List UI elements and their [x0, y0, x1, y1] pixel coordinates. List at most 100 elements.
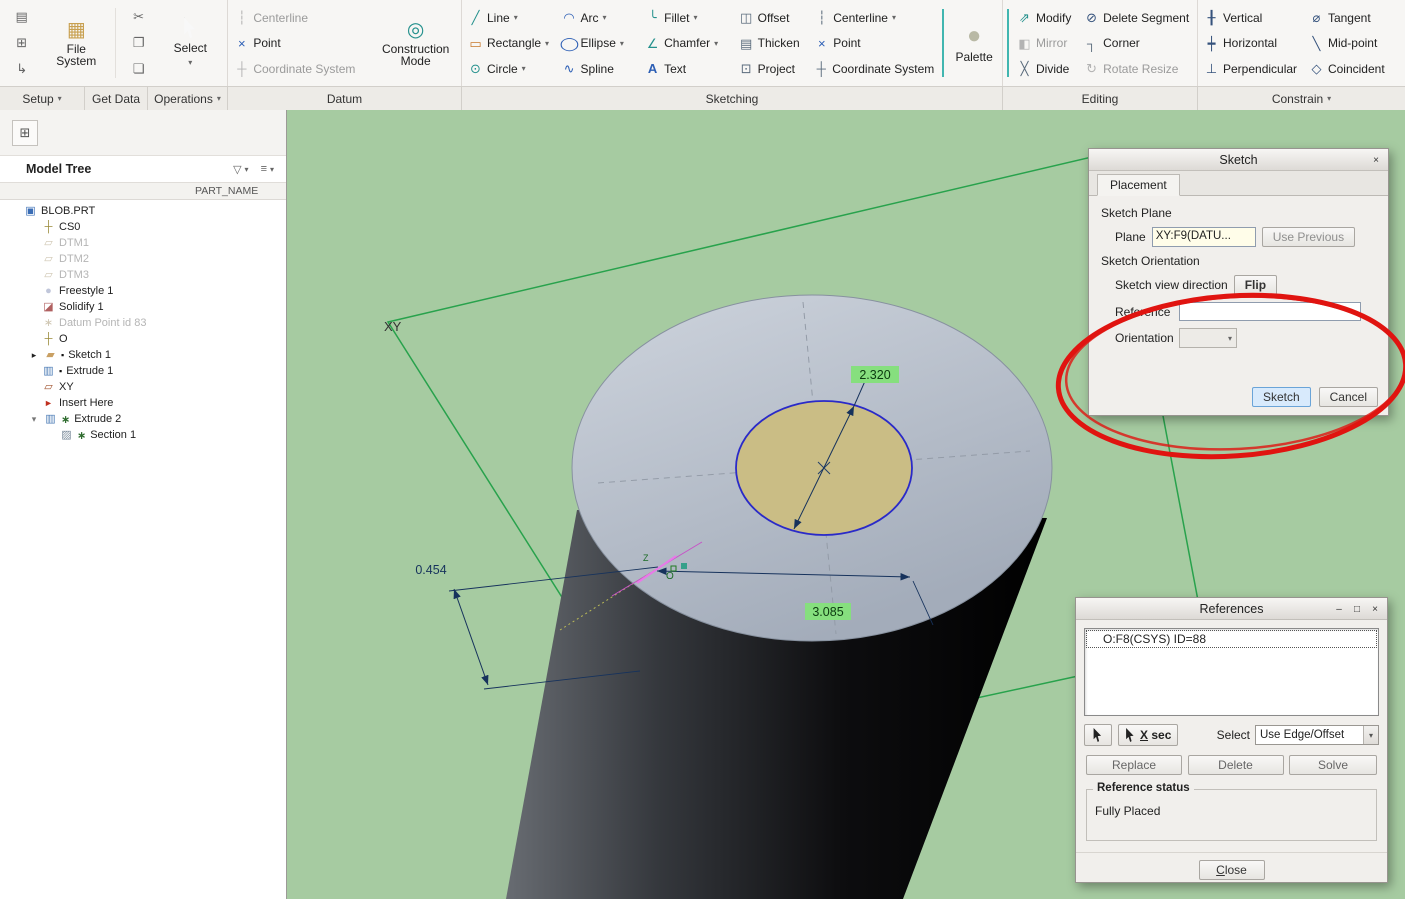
- sketch-coordinate-system-button[interactable]: ┼ Coordinate System: [810, 56, 938, 81]
- clipboard-icon[interactable]: ▤: [9, 5, 35, 29]
- delete-segment-button[interactable]: ⊘ Delete Segment: [1080, 5, 1195, 30]
- tree-item-sketch-1[interactable]: ▸ ▰ ▪ Sketch 1: [0, 347, 286, 363]
- tangent-constraint-button[interactable]: ⌀ Tangent: [1305, 5, 1403, 30]
- vertical-constraint-button[interactable]: ╂ Vertical: [1200, 5, 1303, 30]
- copy-icon[interactable]: ❐: [126, 31, 152, 55]
- expand-closed-icon[interactable]: ▸: [28, 350, 40, 361]
- sketch-centerline-button[interactable]: ┆ Centerline ▾: [810, 5, 938, 30]
- caret-down-icon: ▾: [269, 164, 274, 174]
- close-button[interactable]: Close: [1198, 860, 1265, 880]
- cancel-button[interactable]: Cancel: [1318, 387, 1378, 407]
- datum-plane-icon: ▱: [44, 252, 53, 265]
- tab-setup[interactable]: Setup ▾: [0, 87, 85, 110]
- corner-button[interactable]: ┐ Corner: [1080, 31, 1195, 56]
- perpendicular-constraint-button[interactable]: ⊥ Perpendicular: [1200, 56, 1303, 81]
- circle-button[interactable]: ⊙ Circle ▾: [464, 56, 556, 81]
- paste-icon[interactable]: ❏: [126, 57, 152, 81]
- thicken-icon: ▤: [739, 35, 753, 51]
- rotate-resize-button[interactable]: ↻ Rotate Resize: [1080, 56, 1195, 81]
- maximize-icon[interactable]: □: [1349, 601, 1365, 617]
- tab-operations[interactable]: Operations ▾: [148, 87, 228, 110]
- datum-coordinate-system-button[interactable]: ┼ Coordinate System: [230, 56, 370, 81]
- rectangle-icon: ▭: [469, 35, 482, 51]
- mirror-button[interactable]: ◧ Mirror: [1013, 31, 1078, 56]
- tree-item-dtm1[interactable]: ▱ DTM1: [0, 235, 286, 251]
- tree-item-cs0[interactable]: ┼ CS0: [0, 219, 286, 235]
- expand-open-icon[interactable]: ▾: [28, 414, 40, 425]
- tree-settings-button[interactable]: ≡ ▾: [261, 163, 274, 175]
- flip-button[interactable]: Flip: [1233, 275, 1278, 295]
- xsec-button[interactable]: X sec: [1118, 724, 1179, 746]
- references-dialog-titlebar[interactable]: References – □ ×: [1076, 598, 1387, 620]
- divide-button[interactable]: ╳ Divide: [1013, 56, 1078, 81]
- sketch-button[interactable]: Sketch: [1251, 387, 1311, 407]
- model-tree-tab-icon[interactable]: ⊞: [12, 119, 38, 146]
- tree-item-dtm3[interactable]: ▱ DTM3: [0, 267, 286, 283]
- export-icon[interactable]: ↳: [9, 57, 35, 81]
- solve-button[interactable]: Solve: [1289, 755, 1377, 775]
- delete-button[interactable]: Delete: [1187, 755, 1284, 775]
- minimize-icon[interactable]: –: [1331, 601, 1347, 617]
- dimension-value[interactable]: 2.320: [859, 368, 890, 382]
- tree-item-insert-here[interactable]: ► Insert Here: [0, 395, 286, 411]
- text-button[interactable]: A Text: [641, 56, 733, 81]
- rectangle-button[interactable]: ▭ Rectangle ▾: [464, 31, 556, 56]
- dimension-value[interactable]: 0.454: [415, 563, 446, 577]
- palette-button[interactable]: ● Palette: [948, 2, 1000, 84]
- tree-item-freestyle-1[interactable]: ● Freestyle 1: [0, 283, 286, 299]
- fillet-button[interactable]: ╰ Fillet ▾: [641, 5, 733, 30]
- construction-mode-button[interactable]: ◎ Construction Mode: [373, 2, 459, 84]
- replace-button[interactable]: Replace: [1086, 755, 1182, 775]
- datum-point-button[interactable]: × Point: [230, 31, 370, 56]
- tree-filter-button[interactable]: ▽ ▾: [233, 163, 248, 176]
- text-icon: A: [647, 61, 658, 76]
- select-mode-dropdown[interactable]: Use Edge/Offset ▾: [1255, 725, 1379, 745]
- orientation-select[interactable]: ▾: [1179, 328, 1237, 348]
- file-system-button[interactable]: ▦ File System: [47, 2, 105, 84]
- reference-input[interactable]: [1179, 302, 1361, 321]
- centerline-icon: ┆: [817, 10, 826, 25]
- tree-item-o[interactable]: ┼ O: [0, 331, 286, 347]
- coincident-constraint-button[interactable]: ◇ Coincident: [1305, 56, 1403, 81]
- regenerate-marker-icon: ∗: [61, 413, 71, 426]
- tree-item-dtm2[interactable]: ▱ DTM2: [0, 251, 286, 267]
- plane-label: Plane: [1115, 230, 1146, 244]
- tab-constrain[interactable]: Constrain ▾: [1198, 87, 1405, 110]
- plane-collector-field[interactable]: XY:F9(DATU...: [1151, 227, 1256, 247]
- tab-placement[interactable]: Placement: [1097, 174, 1180, 196]
- cut-icon[interactable]: ✂: [126, 5, 152, 29]
- close-icon[interactable]: ×: [1367, 601, 1383, 617]
- close-icon[interactable]: ×: [1368, 152, 1384, 168]
- tree-item-extrude-1[interactable]: ▥ ▪ Extrude 1: [0, 363, 286, 379]
- window-icon[interactable]: ⊞: [9, 31, 35, 55]
- tree-item-datum-point-id-83[interactable]: ∗ Datum Point id 83: [0, 315, 286, 331]
- tree-item-section-1[interactable]: ▨ ∗ Section 1: [0, 427, 286, 443]
- tree-item-xy[interactable]: ▱ XY: [0, 379, 286, 395]
- offset-button[interactable]: ◫ Offset: [735, 5, 809, 30]
- ellipse-button[interactable]: ◯ Ellipse ▾: [558, 31, 640, 56]
- select-reference-button[interactable]: [1084, 724, 1112, 746]
- modify-button[interactable]: ⇗ Modify: [1013, 5, 1078, 30]
- mirror-icon: ◧: [1018, 35, 1031, 51]
- dimension-value[interactable]: 3.085: [812, 605, 843, 619]
- sketch-point-button[interactable]: × Point: [810, 31, 938, 56]
- use-previous-button[interactable]: Use Previous: [1261, 227, 1356, 247]
- references-list[interactable]: O:F8(CSYS) ID=88: [1084, 628, 1379, 716]
- reference-list-item[interactable]: O:F8(CSYS) ID=88: [1086, 630, 1377, 648]
- sketch-dialog-titlebar[interactable]: Sketch ×: [1089, 149, 1388, 171]
- select-button[interactable]: Select ▾: [162, 2, 218, 84]
- project-button[interactable]: ⊡ Project: [735, 56, 809, 81]
- horizontal-constraint-button[interactable]: ┿ Horizontal: [1200, 31, 1303, 56]
- spline-button[interactable]: ∿ Spline: [558, 56, 640, 81]
- chamfer-button[interactable]: ∠ Chamfer ▾: [641, 31, 733, 56]
- tree-column-header[interactable]: PART_NAME: [0, 182, 286, 200]
- tree-item-extrude-2[interactable]: ▾ ▥ ∗ Extrude 2: [0, 411, 286, 427]
- arc-button[interactable]: ◠ Arc ▾: [558, 5, 640, 30]
- line-button[interactable]: ╱ Line ▾: [464, 5, 556, 30]
- thicken-button[interactable]: ▤ Thicken: [735, 31, 809, 56]
- datum-centerline-button[interactable]: ┆ Centerline: [230, 5, 370, 30]
- tree-item-solidify-1[interactable]: ◪ Solidify 1: [0, 299, 286, 315]
- solidify-icon: ◪: [43, 300, 54, 313]
- tree-item-blob-prt[interactable]: ▣ BLOB.PRT: [0, 203, 286, 219]
- midpoint-constraint-button[interactable]: ╲ Mid-point: [1305, 31, 1403, 56]
